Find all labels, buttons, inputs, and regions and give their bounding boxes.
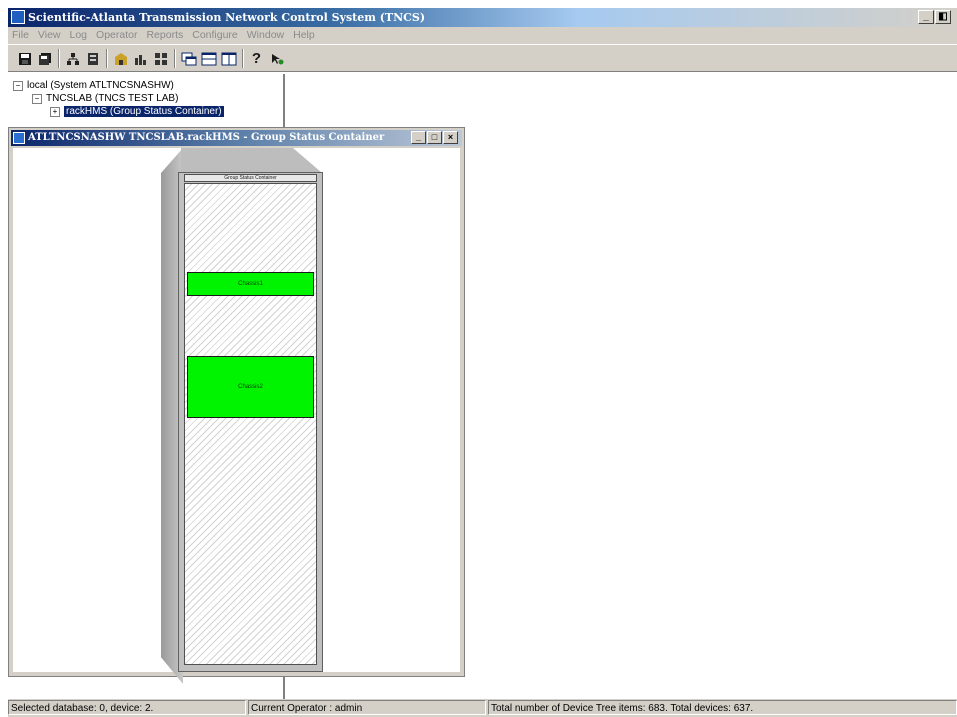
menu-view[interactable]: View <box>38 27 61 44</box>
rack-slots: Chassis1 Chassis2 <box>184 183 317 665</box>
app-title: Scientific-Atlanta Transmission Network … <box>28 11 426 24</box>
rack-top-panel <box>181 148 321 172</box>
menu-log[interactable]: Log <box>70 27 88 44</box>
network-icon[interactable] <box>64 50 81 67</box>
menu-configure[interactable]: Configure <box>192 27 238 44</box>
group-status-window: ATLTNCSNASHW TNCSLAB.rackHMS - Group Sta… <box>8 127 465 684</box>
status-operator: Current Operator : admin <box>248 700 486 715</box>
chassis-label: Chassis1 <box>238 281 263 287</box>
group-icon[interactable] <box>152 50 169 67</box>
tree-item-rackhms[interactable]: + rackHMS (Group Status Container) <box>50 106 224 117</box>
tree-item-root[interactable]: − local (System ATLTNCSNASHW) <box>13 80 174 91</box>
restore-button[interactable]: ◧ <box>935 10 951 24</box>
chassis-label: Chassis2 <box>238 384 263 390</box>
expand-icon[interactable]: + <box>50 106 60 117</box>
rack-label: Group Status Container <box>184 174 317 182</box>
menu-window[interactable]: Window <box>247 27 284 44</box>
collapse-icon[interactable]: − <box>32 93 42 104</box>
cascade-icon[interactable] <box>180 50 197 67</box>
menu-bar: File View Log Operator Reports Configure… <box>8 27 957 44</box>
toolbar: ? <box>8 44 957 72</box>
chassis-1[interactable]: Chassis1 <box>187 272 314 296</box>
menu-file[interactable]: File <box>12 27 29 44</box>
rack: Group Status Container Chassis1 Chassis2 <box>178 172 323 672</box>
window-controls: _ ◧ <box>918 10 951 24</box>
child-close-button[interactable]: × <box>443 131 458 144</box>
app-icon[interactable] <box>11 10 25 24</box>
device-icon[interactable] <box>84 50 101 67</box>
chassis-2[interactable]: Chassis2 <box>187 356 314 418</box>
minimize-button[interactable]: _ <box>918 10 934 24</box>
status-totals: Total number of Device Tree items: 683. … <box>488 700 957 715</box>
app-title-bar: Scientific-Atlanta Transmission Network … <box>8 8 957 27</box>
collapse-icon[interactable]: − <box>13 80 23 91</box>
help-icon[interactable]: ? <box>248 50 265 67</box>
save-all-icon[interactable] <box>36 50 53 67</box>
status-bar: Selected database: 0, device: 2. Current… <box>8 699 957 717</box>
child-window-icon[interactable] <box>13 132 25 144</box>
menu-reports[interactable]: Reports <box>146 27 183 44</box>
tree-item-label: TNCSLAB (TNCS TEST LAB) <box>46 93 179 104</box>
building-icon[interactable] <box>112 50 129 67</box>
tile-horizontal-icon[interactable] <box>200 50 217 67</box>
child-maximize-button[interactable]: □ <box>427 131 442 144</box>
child-minimize-button[interactable]: _ <box>411 131 426 144</box>
menu-help[interactable]: Help <box>293 27 315 44</box>
child-title-bar[interactable]: ATLTNCSNASHW TNCSLAB.rackHMS - Group Sta… <box>11 130 462 146</box>
tile-vertical-icon[interactable] <box>220 50 237 67</box>
tree-item-tncslab[interactable]: − TNCSLAB (TNCS TEST LAB) <box>32 93 178 104</box>
context-help-icon[interactable] <box>268 50 285 67</box>
child-window-title: ATLTNCSNASHW TNCSLAB.rackHMS - Group Sta… <box>28 132 385 143</box>
menu-operator[interactable]: Operator <box>96 27 137 44</box>
save-icon[interactable] <box>16 50 33 67</box>
chart-icon[interactable] <box>132 50 149 67</box>
tree-item-label-selected: rackHMS (Group Status Container) <box>64 106 224 117</box>
child-window-controls: _ □ × <box>411 131 458 144</box>
status-database: Selected database: 0, device: 2. <box>8 700 246 715</box>
tree-item-label: local (System ATLTNCSNASHW) <box>27 80 174 91</box>
rack-view: Group Status Container Chassis1 Chassis2 <box>13 148 460 684</box>
